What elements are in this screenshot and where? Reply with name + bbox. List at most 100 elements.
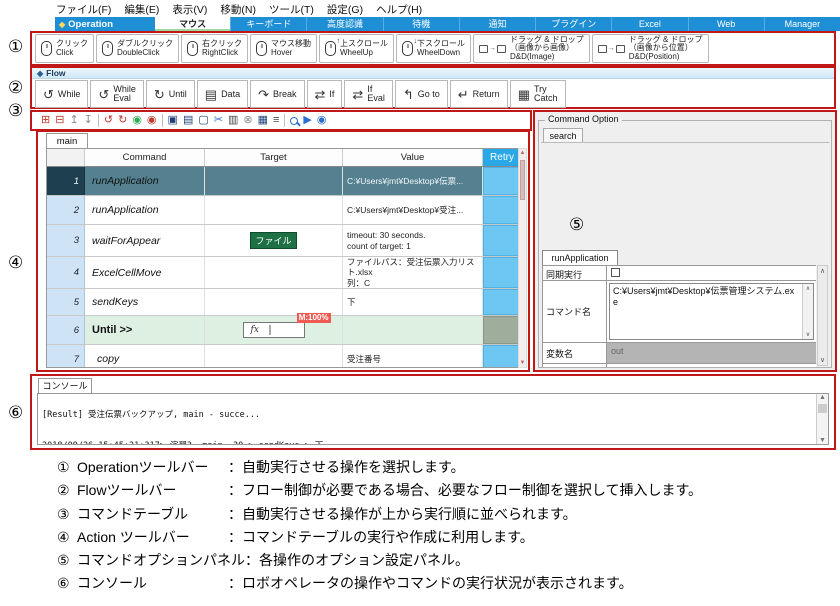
retry-cell[interactable]: [483, 289, 521, 315]
record-icon[interactable]: ◉: [132, 115, 142, 126]
click-button[interactable]: クリックClick: [35, 34, 94, 63]
table-scrollbar[interactable]: ▲ ▼: [518, 148, 527, 368]
menu-move[interactable]: 移動(N): [220, 2, 256, 17]
var-name-field[interactable]: out: [607, 343, 816, 363]
hover-button[interactable]: マウス移動Hover: [250, 34, 317, 63]
copy-icon[interactable]: ▣: [168, 115, 178, 126]
retry-cell[interactable]: [483, 316, 521, 344]
table-row[interactable]: 1 runApplication C:¥Users¥jmt¥Desktop¥伝票…: [47, 167, 521, 196]
rightclick-button[interactable]: 右クリックRightClick: [181, 34, 248, 63]
panel-scrollbar[interactable]: ∧ ∨: [817, 265, 828, 366]
tab-search[interactable]: search: [543, 128, 583, 142]
return-button[interactable]: ↵Return: [450, 80, 508, 108]
console-scrollbar[interactable]: ▲ ▼: [816, 394, 828, 444]
command-option-panel: Command Option search ⑤ runApplication 同…: [533, 110, 837, 372]
if-eval-button[interactable]: ⇄IfEval: [344, 80, 392, 108]
sheet-tab-main[interactable]: main: [46, 133, 88, 148]
wheelup-button[interactable]: ↑ 上スクロールWheelUp: [319, 34, 394, 63]
while-button[interactable]: ↺While: [35, 80, 88, 108]
tab-manager[interactable]: Manager: [764, 17, 840, 31]
while-eval-button[interactable]: ↺WhileEval: [90, 80, 143, 108]
option-fields: 同期実行 コマンド名 C:¥Users¥jmt¥Desktop¥伝票管理システム…: [542, 265, 816, 367]
retry-cell[interactable]: [483, 257, 521, 288]
menu-tools[interactable]: ツール(T): [269, 2, 314, 17]
note-icon[interactable]: ▢: [198, 115, 208, 126]
retry-cell[interactable]: [483, 345, 521, 368]
console-output[interactable]: [Result] 受注伝票バックアップ, main - succe... 201…: [37, 393, 829, 445]
play-icon[interactable]: ▶: [303, 115, 311, 126]
scroll-down-icon[interactable]: ▼: [519, 360, 526, 366]
retry-cell[interactable]: [483, 225, 521, 256]
if-button[interactable]: ⇄If: [307, 80, 343, 108]
divider: [541, 142, 829, 143]
tab-notify[interactable]: 通知: [459, 17, 535, 31]
move-row-down-icon[interactable]: ↧: [84, 115, 93, 126]
move-row-up-icon[interactable]: ↥: [69, 115, 78, 126]
add-row-icon[interactable]: ⊞: [41, 115, 50, 126]
command-table: Command Target Value Retry 1 runApplicat…: [46, 148, 522, 368]
text-caret: [269, 325, 271, 335]
table-row[interactable]: 5 sendKeys 下: [47, 289, 521, 316]
scroll-up-icon[interactable]: ▲: [817, 394, 828, 401]
table-row[interactable]: 6 Until >> fx M:100%: [47, 316, 521, 345]
scrollbar-thumb[interactable]: [818, 404, 827, 413]
run-all-icon[interactable]: ◉: [317, 115, 327, 126]
delete-icon[interactable]: ⊗: [243, 115, 252, 126]
scroll-down-icon[interactable]: ▼: [817, 437, 828, 444]
dd-image-button[interactable]: → ドラッグ & ドロップ （画像から画像） D&D(Image): [473, 34, 590, 63]
menu-edit[interactable]: 編集(E): [124, 2, 159, 17]
tab-advanced-recognition[interactable]: 高度認識: [306, 17, 382, 31]
target-image-file-button[interactable]: ファイル: [250, 232, 296, 249]
textarea-scrollbar[interactable]: ∧ ∨: [802, 284, 813, 339]
remove-row-icon[interactable]: ⊟: [55, 115, 64, 126]
scrollbar-thumb[interactable]: [520, 160, 525, 200]
tab-excel[interactable]: Excel: [611, 17, 687, 31]
scroll-up-icon[interactable]: ∧: [818, 267, 827, 275]
tab-console[interactable]: コンソール: [38, 378, 92, 393]
break-button[interactable]: ↷Break: [250, 80, 304, 108]
fx-condition-input[interactable]: fx M:100%: [243, 322, 305, 338]
doubleclick-button[interactable]: ダブルクリックDoubleClick: [96, 34, 179, 63]
table-row[interactable]: 3 waitForAppear ファイル timeout: 30 seconds…: [47, 225, 521, 257]
tab-web[interactable]: Web: [688, 17, 764, 31]
scroll-up-icon[interactable]: ∧: [803, 285, 813, 292]
menu-help[interactable]: ヘルプ(H): [376, 2, 422, 17]
retry-cell[interactable]: [483, 196, 521, 224]
try-catch-button[interactable]: ▦TryCatch: [510, 80, 566, 108]
tab-mouse[interactable]: マウス: [155, 17, 230, 31]
retry-cell[interactable]: [483, 167, 521, 195]
search-icon[interactable]: [290, 117, 298, 125]
tab-keyboard[interactable]: キーボード: [230, 17, 306, 31]
table-row[interactable]: 7 copy 受注番号: [47, 345, 521, 368]
table-row[interactable]: 4 ExcelCellMove ファイルパス：受注伝票入力リスト.xlsx列：C: [47, 257, 521, 289]
tab-plugin[interactable]: プラグイン: [535, 17, 611, 31]
until-button[interactable]: ↻Until: [146, 80, 195, 108]
sync-exec-checkbox[interactable]: [611, 268, 620, 277]
paste-icon[interactable]: ▥: [228, 115, 238, 126]
flow-section-header: ◆ Flow: [32, 68, 834, 79]
redo-icon[interactable]: ↻: [118, 115, 127, 126]
tab-runapplication-options[interactable]: runApplication: [542, 250, 618, 265]
target-column-header: Target: [205, 149, 343, 166]
data-button[interactable]: ▤Data: [197, 80, 248, 108]
table-row[interactable]: 2 runApplication C:¥Users¥jmt¥Desktop¥受注…: [47, 196, 521, 225]
diamond-icon: ◆: [37, 69, 43, 78]
tab-wait[interactable]: 待機: [383, 17, 459, 31]
table-icon[interactable]: ▦: [258, 115, 268, 126]
rows-icon[interactable]: ≡: [273, 115, 279, 126]
scroll-up-icon[interactable]: ▲: [519, 150, 526, 156]
undo-icon[interactable]: ↺: [104, 115, 113, 126]
comment-icon[interactable]: ▤: [183, 115, 193, 126]
menu-settings[interactable]: 設定(G): [327, 2, 363, 17]
menu-view[interactable]: 表示(V): [172, 2, 207, 17]
stop-icon[interactable]: ◉: [147, 115, 157, 126]
command-name-textarea[interactable]: C:¥Users¥jmt¥Desktop¥伝票管理システム.exe ∧ ∨: [609, 283, 814, 340]
dd-position-button[interactable]: → ドラッグ & ドロップ （画像から位置） D&D(Position): [592, 34, 709, 63]
menu-bar: ファイル(F) 編集(E) 表示(V) 移動(N) ツール(T) 設定(G) ヘ…: [56, 2, 422, 17]
cut-icon[interactable]: ✂: [214, 115, 223, 126]
goto-button[interactable]: ↰Go to: [395, 80, 448, 108]
scroll-down-icon[interactable]: ∨: [818, 356, 827, 364]
wheeldown-button[interactable]: ↓ 下スクロールWheelDown: [396, 34, 471, 63]
scroll-down-icon[interactable]: ∨: [803, 331, 813, 338]
menu-file[interactable]: ファイル(F): [56, 2, 111, 17]
